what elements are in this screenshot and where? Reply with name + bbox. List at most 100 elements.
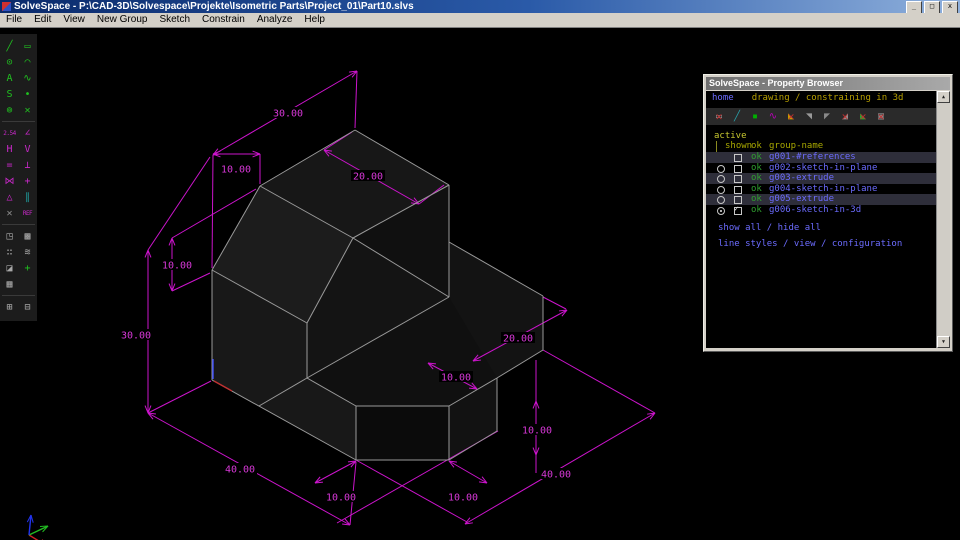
dimension-extension-line <box>147 156 211 251</box>
group-name-link[interactable]: g004-sketch-in-plane <box>769 184 877 195</box>
property-browser-nav: home drawing / constraining in 3d <box>706 91 950 106</box>
rotate-group-icon[interactable]: ∷ <box>1 244 18 260</box>
other-angle-constraint-icon[interactable]: ✕ <box>1 205 18 221</box>
menu-item-analyze[interactable]: Analyze <box>251 13 299 27</box>
arc-tool-icon[interactable]: ◠ <box>19 54 36 70</box>
shown-checkbox[interactable] <box>734 185 742 194</box>
dimension-label[interactable]: 20.00 <box>353 172 383 183</box>
dimension-label[interactable]: 30.00 <box>121 331 151 342</box>
menu-item-view[interactable]: View <box>57 13 91 27</box>
active-group-radio[interactable] <box>717 164 725 173</box>
show-all-link[interactable]: show all <box>718 223 761 233</box>
shown-checkbox[interactable] <box>734 154 742 162</box>
group-name-link[interactable]: g006-sketch-in-3d <box>769 205 861 216</box>
scrollbar[interactable]: ▲ ▼ <box>936 91 950 348</box>
dimension-label[interactable]: 10.00 <box>522 426 552 437</box>
vertical-constraint-icon[interactable]: V <box>19 141 36 157</box>
pb-wedge-yellow-icon[interactable]: ◣ ✕ <box>784 110 798 123</box>
dimension-line[interactable] <box>448 460 488 484</box>
circle-tool-icon[interactable]: ⊙ <box>1 54 18 70</box>
dimension-label[interactable]: 10.00 <box>221 165 251 176</box>
disabled-cross-icon: ✕ <box>877 110 885 123</box>
group-row: ok g001-#references <box>706 152 936 163</box>
group-name-link[interactable]: g005-extrude <box>769 194 834 205</box>
pb-wedge-green-icon[interactable]: ◣ ✕ <box>856 110 870 123</box>
dimension-label[interactable]: 20.00 <box>503 334 533 345</box>
shown-checkbox[interactable] <box>734 164 742 173</box>
angle-constraint-icon[interactable]: ∠ <box>19 125 36 141</box>
menu-item-new-group[interactable]: New Group <box>91 13 154 27</box>
home-link[interactable]: home <box>712 93 734 103</box>
reference-constraint-icon[interactable]: REF <box>19 205 36 221</box>
pb-wedge-crossed-icon[interactable]: ◢ ✕ <box>838 110 852 123</box>
spline-tool-icon[interactable]: S <box>1 86 18 102</box>
lathe-group-icon[interactable]: ▩ <box>19 228 36 244</box>
pb-box-crossed-icon[interactable]: ▣ ✕ <box>874 110 888 123</box>
pb-segment-icon[interactable]: ╱ <box>730 110 744 123</box>
bezier-tool-icon[interactable]: ∿ <box>19 70 36 86</box>
distance-constraint-icon[interactable]: 2.54 <box>1 125 18 141</box>
dimension-label[interactable]: 10.00 <box>162 261 192 272</box>
group-name-link[interactable]: g002-sketch-in-plane <box>769 163 877 174</box>
tangent-arc-tool-icon[interactable]: ✕ <box>19 102 36 118</box>
view-link[interactable]: view <box>794 239 816 249</box>
dimension-label[interactable]: 40.00 <box>225 465 255 476</box>
link-file-icon[interactable]: ⊞ <box>1 299 18 315</box>
point-tool-icon[interactable]: • <box>19 86 36 102</box>
shown-checkbox[interactable] <box>734 175 742 183</box>
dimension-extension-line <box>211 154 214 269</box>
equal-angle-constraint-icon[interactable]: △ <box>1 189 18 205</box>
dimension-label[interactable]: 10.00 <box>448 493 478 504</box>
perpendicular-constraint-icon[interactable]: ⊥ <box>19 157 36 173</box>
pb-point-icon[interactable]: ▪ <box>748 110 762 123</box>
line-styles-link[interactable]: line styles <box>718 239 778 249</box>
configuration-link[interactable]: configuration <box>832 239 902 249</box>
translate-group-icon[interactable]: ≋ <box>19 244 36 260</box>
symmetric-constraint-icon[interactable]: ⋈ <box>1 173 18 189</box>
active-group-radio[interactable] <box>717 206 725 215</box>
property-browser-titlebar[interactable]: SolveSpace - Property Browser <box>706 77 950 90</box>
rectangle-tool-icon[interactable]: ▭ <box>19 38 36 54</box>
group-name-link[interactable]: g003-extrude <box>769 173 834 184</box>
dimension-label[interactable]: 10.00 <box>326 493 356 504</box>
sketch-in-3d-icon[interactable]: + <box>19 260 36 276</box>
horizontal-constraint-icon[interactable]: H <box>1 141 18 157</box>
group-row: ✓ ok g006-sketch-in-3d <box>706 204 936 216</box>
scroll-up-icon[interactable]: ▲ <box>937 91 950 103</box>
link-recent-icon[interactable]: ⊟ <box>19 299 36 315</box>
extrude-group-icon[interactable]: ◳ <box>1 228 18 244</box>
line-tool-icon[interactable]: ╱ <box>1 38 18 54</box>
text-tool-icon[interactable]: A <box>1 70 18 86</box>
dimension-label[interactable]: 40.00 <box>541 470 571 481</box>
menu-item-constrain[interactable]: Constrain <box>196 13 251 27</box>
property-browser-body: home drawing / constraining in 3d ▭ ✕ ╱ ▪ ∿ ◣ ✕… <box>706 91 950 348</box>
dimension-label[interactable]: 30.00 <box>273 109 303 120</box>
group-name-link[interactable]: g001-#references <box>769 152 856 163</box>
hide-all-link[interactable]: hide all <box>778 223 821 233</box>
scroll-down-icon[interactable]: ▼ <box>937 336 950 348</box>
active-group-radio[interactable] <box>717 175 725 183</box>
dimension-line[interactable] <box>314 460 357 484</box>
toolbar-separator <box>2 121 35 122</box>
active-group-radio[interactable] <box>717 185 725 194</box>
shown-checkbox[interactable]: ✓ <box>734 204 742 215</box>
parallel-constraint-icon[interactable]: ∥ <box>19 189 36 205</box>
drawing-area[interactable]: 30.00 10.00 20.00 30.00 10.00 40.00 10.00 10.00… <box>0 28 960 540</box>
dimension-extension-line <box>354 70 358 129</box>
equal-constraint-icon[interactable]: = <box>1 157 18 173</box>
midpoint-constraint-icon[interactable]: + <box>19 173 36 189</box>
pb-bezier-icon[interactable]: ∿ <box>766 110 780 123</box>
dimension-label[interactable]: 10.00 <box>441 373 471 384</box>
sketch-in-plane-icon[interactable]: ◪ <box>1 260 18 276</box>
dimension-extension-line <box>171 272 211 292</box>
image-group-icon[interactable]: ▦ <box>1 276 18 292</box>
menu-item-help[interactable]: Help <box>298 13 331 27</box>
menu-item-edit[interactable]: Edit <box>28 13 57 27</box>
menu-item-sketch[interactable]: Sketch <box>153 13 196 27</box>
pb-wedge-gray1-icon[interactable]: ◥ <box>802 110 816 123</box>
construction-tool-icon[interactable]: ⊚ <box>1 102 18 118</box>
pb-wedge-gray2-icon[interactable]: ◤ <box>820 110 834 123</box>
menu-item-file[interactable]: File <box>0 13 28 27</box>
pb-line-icon[interactable]: ▭ ✕ <box>712 110 726 123</box>
active-group-radio[interactable] <box>717 196 725 204</box>
